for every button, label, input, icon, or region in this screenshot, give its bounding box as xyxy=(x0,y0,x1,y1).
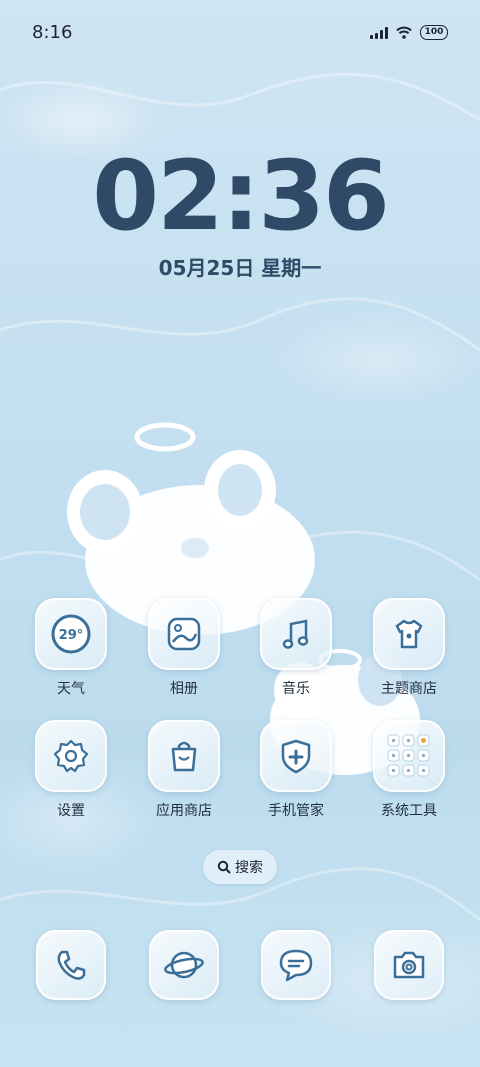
weather-icon[interactable]: 29° xyxy=(35,598,107,670)
search-label: 搜索 xyxy=(235,860,263,876)
dock-phone[interactable] xyxy=(16,930,126,1000)
app-system-tools[interactable]: 系统工具 xyxy=(354,720,464,820)
gallery-icon[interactable] xyxy=(148,598,220,670)
app-app-store[interactable]: 应用商店 xyxy=(129,720,239,820)
app-theme-store[interactable]: 主题商店 xyxy=(354,598,464,698)
app-music[interactable]: 音乐 xyxy=(241,598,351,698)
security-icon[interactable] xyxy=(260,720,332,792)
dock-camera[interactable] xyxy=(354,930,464,1000)
app-gallery[interactable]: 相册 xyxy=(129,598,239,698)
status-bar: 8:16 100 xyxy=(0,0,480,68)
app-label: 应用商店 xyxy=(156,803,212,819)
app-store-icon[interactable] xyxy=(148,720,220,792)
app-label: 设置 xyxy=(57,803,85,819)
status-time: 8:16 xyxy=(32,22,73,43)
camera-icon[interactable] xyxy=(374,930,444,1000)
lock-clock-date[interactable]: 05月25日 星期一 xyxy=(0,252,480,281)
app-label: 主题商店 xyxy=(381,681,437,697)
dock-browser[interactable] xyxy=(129,930,239,1000)
battery-icon: 100 xyxy=(420,25,448,40)
search-icon xyxy=(217,860,231,874)
browser-icon[interactable] xyxy=(149,930,219,1000)
system-tools-folder-icon[interactable] xyxy=(373,720,445,792)
app-label: 音乐 xyxy=(282,681,310,697)
messages-icon[interactable] xyxy=(261,930,331,1000)
app-weather[interactable]: 29° 天气 xyxy=(16,598,126,698)
phone-icon[interactable] xyxy=(36,930,106,1000)
search-button[interactable]: 搜索 xyxy=(203,850,277,884)
signal-icon xyxy=(370,26,388,39)
app-label: 系统工具 xyxy=(381,803,437,819)
weather-temp: 29° xyxy=(59,628,84,643)
app-label: 天气 xyxy=(57,681,85,697)
music-icon[interactable] xyxy=(260,598,332,670)
dock-messages[interactable] xyxy=(241,930,351,1000)
lock-clock-time[interactable]: 02:36 xyxy=(0,140,480,252)
wifi-icon xyxy=(396,26,412,39)
app-settings[interactable]: 设置 xyxy=(16,720,126,820)
app-label: 手机管家 xyxy=(268,803,324,819)
settings-icon[interactable] xyxy=(35,720,107,792)
app-label: 相册 xyxy=(170,681,198,697)
theme-store-icon[interactable] xyxy=(373,598,445,670)
app-security[interactable]: 手机管家 xyxy=(241,720,351,820)
